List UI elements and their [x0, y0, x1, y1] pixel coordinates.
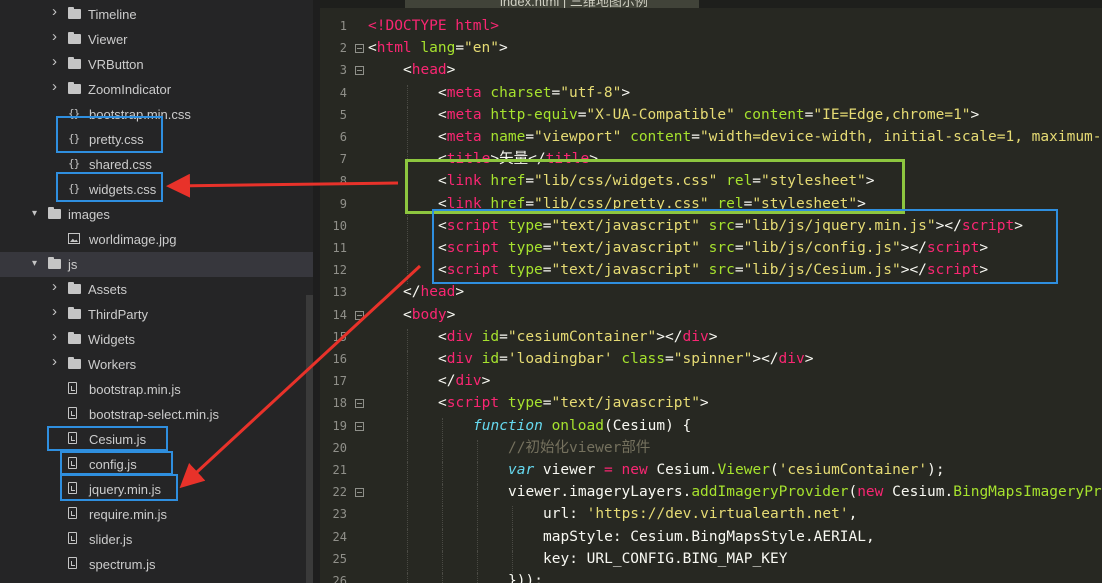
arrow-to-widgets-css	[166, 173, 399, 198]
annotation-arrows	[166, 173, 422, 489]
arrow-to-jquery-js	[179, 264, 422, 489]
